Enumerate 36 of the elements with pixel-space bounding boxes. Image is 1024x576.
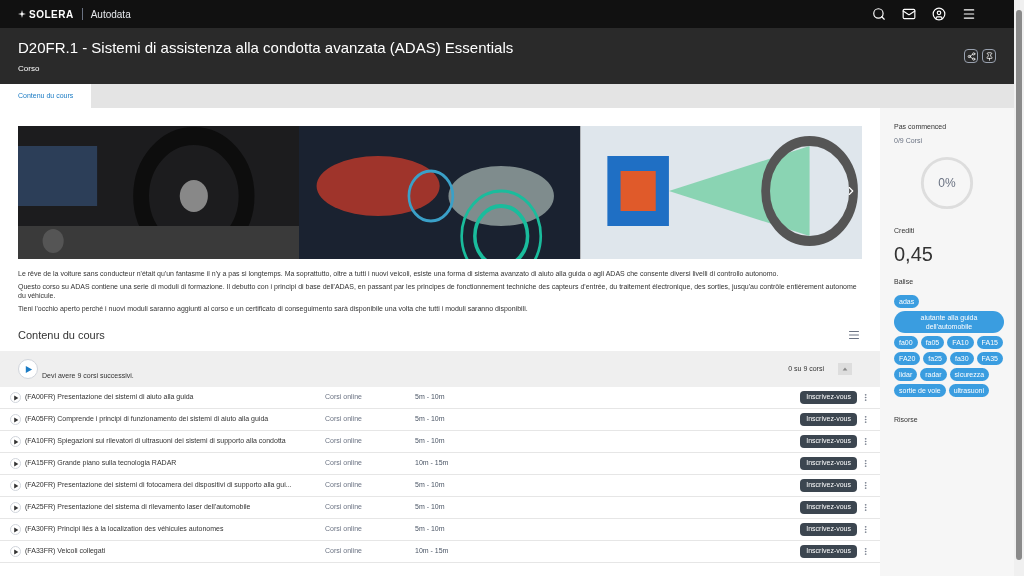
search-icon[interactable] xyxy=(872,7,886,21)
product-name: Autodata xyxy=(90,7,131,22)
user-icon[interactable] xyxy=(932,7,946,21)
pin-button[interactable] xyxy=(982,49,996,63)
play-icon xyxy=(12,482,19,489)
more-icon[interactable] xyxy=(861,459,870,468)
course-title: D20FR.1 - Sistemi di assistenza alla condotta avanzata (ADAS) Essentials xyxy=(18,37,515,58)
credits-value: 0,45 xyxy=(894,241,934,267)
play-icon xyxy=(12,548,19,555)
more-icon[interactable] xyxy=(861,525,870,534)
more-icon[interactable] xyxy=(861,437,870,446)
course-type: Corso xyxy=(18,63,41,76)
play-icon xyxy=(12,416,19,423)
brand-logo[interactable]: SOLERA xyxy=(29,6,74,22)
scrollbar[interactable] xyxy=(1014,0,1024,576)
menu-icon[interactable] xyxy=(962,7,976,21)
caret-up-icon xyxy=(841,365,849,373)
play-icon xyxy=(12,526,19,533)
more-icon[interactable] xyxy=(861,415,870,424)
play-icon xyxy=(12,394,19,401)
more-icon[interactable] xyxy=(861,503,870,512)
more-icon[interactable] xyxy=(861,393,870,402)
more-icon[interactable] xyxy=(861,547,870,556)
play-icon xyxy=(12,460,19,467)
progress-ring xyxy=(918,154,976,212)
play-icon xyxy=(12,438,19,445)
section-title: Contenu du cours xyxy=(18,327,106,343)
more-icon[interactable] xyxy=(861,481,870,490)
share-button[interactable] xyxy=(964,49,978,63)
star-logo-icon xyxy=(18,10,26,18)
play-all-button[interactable] xyxy=(18,359,38,379)
play-icon xyxy=(12,504,19,511)
mail-icon[interactable] xyxy=(902,7,916,21)
play-icon xyxy=(23,364,33,374)
progress-percent: 0% xyxy=(938,177,956,189)
list-view-icon[interactable] xyxy=(848,329,860,341)
